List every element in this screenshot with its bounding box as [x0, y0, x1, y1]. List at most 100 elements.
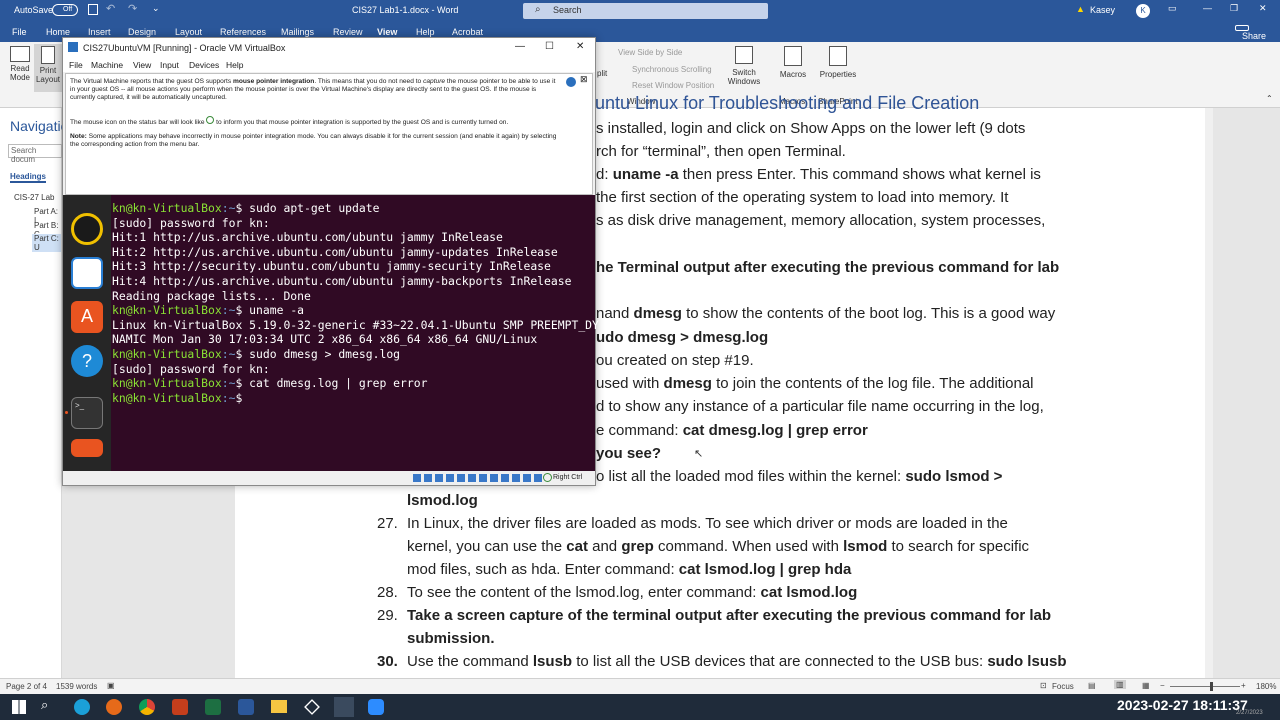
menu-file[interactable]: File — [69, 60, 83, 70]
file-explorer-icon[interactable] — [271, 700, 287, 713]
navigation-title: Navigatio — [10, 118, 69, 134]
search-icon[interactable]: ⌕ — [41, 697, 48, 713]
tab-insert[interactable]: Insert — [88, 27, 111, 37]
menu-help[interactable]: Help — [226, 60, 243, 70]
vm-taskbar-icon[interactable] — [334, 697, 354, 717]
rhythmbox-icon[interactable] — [71, 213, 103, 245]
edge-icon[interactable] — [74, 699, 90, 715]
web-layout-view-icon[interactable]: ▦ — [1142, 681, 1150, 690]
minimize-icon[interactable]: — — [1203, 3, 1212, 13]
tab-help[interactable]: Help — [416, 27, 435, 37]
terminal-line: Hit:4 http://us.archive.ubuntu.com/ubunt… — [112, 274, 595, 289]
tab-home[interactable]: Home — [46, 27, 70, 37]
save-icon[interactable] — [88, 4, 98, 15]
virtualbox-window[interactable]: CIS27UbuntuVM [Running] - Oracle VM Virt… — [62, 37, 599, 486]
macros-button[interactable]: Macros — [776, 46, 810, 79]
body-text: the first section of the operating syste… — [596, 189, 1009, 206]
read-mode-view-icon[interactable]: ▤ — [1088, 681, 1096, 690]
reset-window-position[interactable]: Reset Window Position — [632, 81, 714, 90]
customize-icon[interactable]: ⌄ — [152, 3, 160, 14]
guest-display[interactable]: A ? >_ kn@kn-VirtualBox:~$ sudo apt-get … — [63, 195, 599, 471]
proofing-icon[interactable]: ▣ — [107, 681, 115, 690]
info-icon[interactable] — [566, 77, 576, 87]
search-placeholder: Search — [553, 5, 582, 15]
excel-icon[interactable] — [205, 699, 221, 715]
start-icon[interactable] — [12, 700, 26, 714]
tab-mailings[interactable]: Mailings — [281, 27, 314, 37]
focus-button[interactable]: Focus — [1052, 682, 1074, 691]
close-icon[interactable]: ✕ — [576, 41, 584, 52]
zoom-out-icon[interactable]: − — [1160, 681, 1165, 690]
zoom-app-icon[interactable] — [368, 699, 384, 715]
menu-machine[interactable]: Machine — [91, 60, 123, 70]
body-text: kernel, you can use the — [407, 538, 567, 555]
active-indicator — [65, 411, 68, 414]
dismiss-notice-icon[interactable]: ⊠ — [580, 75, 588, 84]
menu-devices[interactable]: Devices — [189, 60, 219, 70]
zoom-slider-thumb[interactable] — [1210, 682, 1213, 691]
notice-italic: capture — [423, 78, 446, 85]
close-icon[interactable]: ✕ — [1259, 3, 1267, 14]
chrome-icon[interactable] — [139, 699, 155, 715]
autosave-toggle[interactable]: Off — [52, 4, 78, 16]
trash-icon[interactable] — [71, 439, 103, 457]
tab-file[interactable]: File — [12, 27, 27, 37]
taskbar-clock[interactable]: 2/27/2023 — [1236, 710, 1263, 716]
terminal-line: Hit:2 http://us.archive.ubuntu.com/ubunt… — [112, 245, 595, 260]
terminal-line: kn@kn-VirtualBox:~$ cat dmesg.log | grep… — [112, 376, 595, 391]
help-icon[interactable]: ? — [71, 345, 103, 377]
read-mode-button[interactable]: Read Mode — [6, 46, 34, 82]
body-text: and — [587, 538, 622, 555]
restore-icon[interactable]: ❐ — [1230, 3, 1238, 14]
maximize-icon[interactable]: ☐ — [545, 41, 554, 52]
nav-search-input[interactable]: Search docum — [8, 144, 62, 164]
nav-heading-item[interactable]: CIS-27 Lab — [14, 193, 54, 202]
avatar[interactable]: K — [1136, 4, 1150, 18]
zoom-in-icon[interactable]: + — [1241, 681, 1246, 690]
word-count[interactable]: 1539 words — [56, 682, 97, 691]
status-device-icons[interactable] — [413, 474, 543, 482]
split-label[interactable]: plit — [597, 69, 607, 78]
body-line: the first section of the operating syste… — [596, 189, 1008, 207]
share-button[interactable]: Share — [1235, 25, 1266, 41]
print-layout-view-icon[interactable]: ▥ — [1114, 680, 1126, 689]
tab-design[interactable]: Design — [128, 27, 156, 37]
tab-layout[interactable]: Layout — [175, 27, 202, 37]
view-side-by-side[interactable]: View Side by Side — [618, 48, 682, 57]
body-line: he Terminal output after executing the p… — [596, 259, 1059, 277]
terminal-output[interactable]: kn@kn-VirtualBox:~$ sudo apt-get update[… — [112, 201, 599, 471]
body-text: s installed, login and click on Show App… — [596, 120, 1026, 137]
firefox-icon[interactable] — [106, 699, 122, 715]
synchronous-scrolling[interactable]: Synchronous Scrolling — [632, 65, 712, 74]
redo-icon[interactable]: ↷ — [128, 2, 137, 15]
collapse-ribbon-icon[interactable]: ⌃ — [1266, 94, 1273, 103]
tab-headings[interactable]: Headings — [10, 172, 47, 183]
properties-button[interactable]: Properties — [816, 46, 860, 79]
tab-acrobat[interactable]: Acrobat — [452, 27, 483, 37]
virtualbox-taskbar-icon[interactable] — [304, 699, 320, 715]
terminal-icon[interactable]: >_ — [71, 397, 103, 429]
menu-view[interactable]: View — [133, 60, 151, 70]
tab-references[interactable]: References — [220, 27, 266, 37]
body-line: rch for “terminal”, then open Terminal. — [596, 143, 846, 161]
minimize-icon[interactable]: — — [515, 41, 525, 52]
writer-icon[interactable] — [71, 257, 103, 289]
ribbon-options-icon[interactable]: ▭ — [1168, 3, 1177, 14]
app-center-icon[interactable]: A — [71, 301, 103, 333]
switch-windows-button[interactable]: Switch Windows — [722, 46, 766, 86]
nav-heading-item[interactable]: Part C: U — [32, 234, 61, 252]
search-input[interactable]: ⌕ Search — [523, 3, 768, 19]
zoom-level[interactable]: 180% — [1256, 682, 1276, 691]
print-layout-button[interactable]: Print Layout — [34, 44, 62, 92]
page-indicator[interactable]: Page 2 of 4 — [6, 682, 47, 691]
undo-icon[interactable]: ↶ — [106, 2, 115, 15]
menu-input[interactable]: Input — [160, 60, 179, 70]
tab-review[interactable]: Review — [333, 27, 363, 37]
powerpoint-icon[interactable] — [172, 699, 188, 715]
body-text: Use the command — [407, 653, 533, 670]
page-scrollbar[interactable] — [1205, 108, 1213, 678]
word-icon[interactable] — [238, 699, 254, 715]
zoom-slider[interactable] — [1170, 686, 1240, 687]
mouse-integration-status-icon[interactable] — [543, 473, 552, 482]
focus-icon[interactable]: ⊡ — [1040, 681, 1047, 690]
